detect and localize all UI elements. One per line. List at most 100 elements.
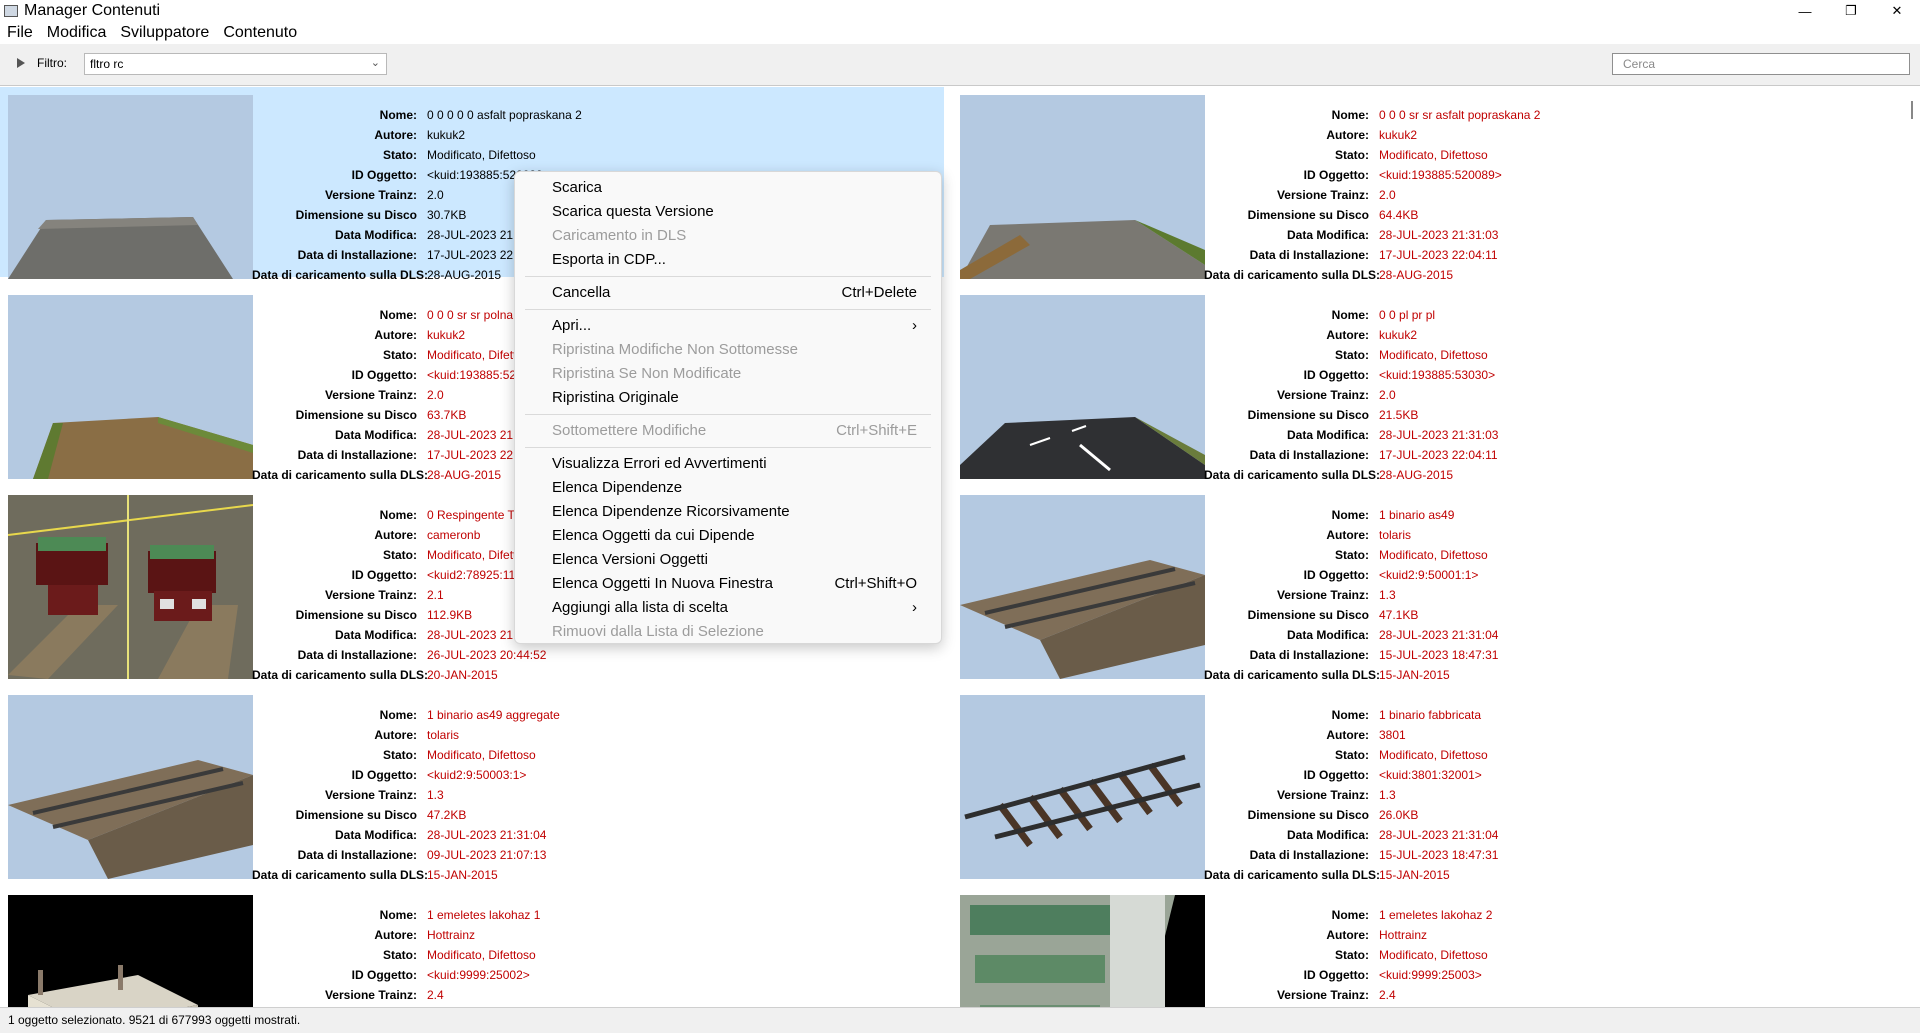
context-menu-item[interactable]: Ripristina Originale	[552, 386, 917, 410]
field-value: 1.3	[427, 788, 444, 802]
field-label: Data di caricamento sulla DLS:	[252, 668, 429, 682]
context-menu-item[interactable]: Elenca Dipendenze	[552, 476, 917, 500]
content-item[interactable]: Nome: 1 binario fabbricata Autore: 3801 Stat…	[952, 687, 1896, 882]
field-label: Data di Installazione:	[1249, 248, 1369, 262]
context-menu-item[interactable]: Aggiungi alla lista di scelta ›	[552, 596, 917, 620]
field-value: 20-JAN-2015	[427, 668, 498, 682]
content-item[interactable]: Nome: 1 binario as49 Autore: tolaris Stato: M…	[952, 487, 1896, 682]
minimize-button[interactable]: —	[1782, 0, 1828, 22]
content-item[interactable]: Nome: 1 emeletes lakohaz 1 Autore: Hottrain…	[0, 887, 944, 1007]
context-menu-item[interactable]: Apri... ›	[552, 314, 917, 338]
field-row-installazione: Data di Installazione: 09-JUL-2023 21:07:…	[252, 845, 560, 865]
field-value: 64.4KB	[1379, 208, 1419, 222]
content-item[interactable]: Nome: 1 emeletes lakohaz 2 Autore: Hottrain…	[952, 887, 1896, 1007]
field-value: 30.7KB	[427, 208, 467, 222]
vertical-scrollbar[interactable]	[1908, 87, 1920, 1007]
field-row-id: ID Oggetto: <kuid:193885:520089>	[252, 365, 550, 385]
field-label: Data Modifica:	[1286, 428, 1369, 442]
field-row-installazione: Data di Installazione: 15-JUL-2023 18:47:…	[1204, 845, 1499, 865]
field-value: 2.0	[427, 388, 444, 402]
context-menu-item[interactable]: Cancella Ctrl+Delete	[552, 281, 917, 305]
field-label: Stato:	[1335, 548, 1369, 562]
maximize-button[interactable]: ❐	[1828, 0, 1874, 22]
field-label: ID Oggetto:	[351, 168, 417, 182]
content-item[interactable]: Nome: 0 0 pl pr pl Autore: kukuk2 Stato: Modi…	[952, 287, 1896, 482]
context-menu-label: Rimuovi dalla Lista di Selezione	[552, 623, 764, 640]
field-value: 28-AUG-2015	[427, 468, 502, 482]
field-value: 28-JUL-2023 21:31:03	[1379, 428, 1499, 442]
context-menu-item[interactable]: Elenca Dipendenze Ricorsivamente	[552, 500, 917, 524]
field-row-dimensione: Dimensione su Disco 112.9KB	[252, 605, 552, 625]
thumbnail-image	[8, 95, 253, 279]
window-title: Manager Contenuti	[24, 2, 161, 19]
field-label: Versione Trainz:	[324, 388, 417, 402]
field-label: ID Oggetto:	[351, 968, 417, 982]
field-label: Dimensione su Disco	[1247, 608, 1369, 622]
field-row-stato: Stato: Modificato, Difettoso	[252, 945, 540, 965]
field-row-versione: Versione Trainz: 2.0	[1204, 385, 1498, 405]
field-value: 1 binario as49 aggregate	[427, 708, 560, 722]
expand-filter-icon[interactable]	[17, 58, 25, 68]
context-menu-item[interactable]: Visualizza Errori ed Avvertimenti	[552, 452, 917, 476]
field-value: <kuid:9999:25002>	[427, 968, 530, 982]
content-item[interactable]: Nome: 0 0 0 sr sr asfalt popraskana 2 Auto…	[952, 87, 1896, 282]
search-input[interactable]: Cerca	[1612, 53, 1910, 75]
thumbnail-image	[8, 495, 253, 679]
context-menu-item: Ripristina Se Non Modificate	[552, 362, 917, 386]
content-list[interactable]: Nome: 0 0 0 0 0 asfalt popraskana 2 Autore…	[0, 87, 1908, 1007]
thumbnail-image	[8, 295, 253, 479]
context-menu-item[interactable]: Scarica questa Versione	[552, 200, 917, 224]
field-label: Data Modifica:	[334, 228, 417, 242]
field-label: Stato:	[1335, 748, 1369, 762]
content-item[interactable]: Nome: 1 binario as49 aggregate Autore: tola…	[0, 687, 944, 882]
close-button[interactable]: ✕	[1874, 0, 1920, 22]
context-menu-item: Ripristina Modifiche Non Sottomesse	[552, 338, 917, 362]
field-value: 09-JUL-2023 21:07:13	[427, 848, 547, 862]
field-row-stato: Stato: Modificato, Difettoso	[1204, 345, 1498, 365]
menu-separator	[525, 309, 931, 310]
field-value: 1 binario as49	[1379, 508, 1455, 522]
context-menu: Scarica Scarica questa Versione Caricament…	[514, 171, 942, 644]
field-label: Data di caricamento sulla DLS:	[1204, 468, 1381, 482]
field-row-versione: Versione Trainz: 1.3	[1204, 785, 1498, 805]
context-menu-item[interactable]: Scarica	[552, 176, 917, 200]
menu-separator	[525, 447, 931, 448]
context-menu-item[interactable]: Elenca Versioni Oggetti	[552, 548, 917, 572]
field-row-dimensione: Dimensione su Disco 47.2KB	[252, 805, 560, 825]
menu-modifica[interactable]: Modifica	[39, 24, 113, 42]
field-row-versione: Versione Trainz: 1.3	[1204, 585, 1498, 605]
chevron-down-icon: ⌄	[370, 57, 380, 69]
field-row-dimensione: Dimensione su Disco 64.4KB	[1204, 205, 1540, 225]
field-row-dimensione: Dimensione su Disco 26.0KB	[1204, 805, 1498, 825]
field-label: Stato:	[383, 348, 417, 362]
menu-sviluppatore[interactable]: Sviluppatore	[112, 24, 215, 42]
field-value: 2.4	[1379, 988, 1396, 1002]
field-label: Data di caricamento sulla DLS:	[252, 868, 429, 882]
field-label: Nome:	[1331, 108, 1369, 122]
context-menu-label: Sottomettere Modifiche	[552, 422, 707, 439]
field-label: Dimensione su Disco	[295, 608, 417, 622]
field-value: Modificato, Difettoso	[427, 748, 536, 762]
context-menu-item[interactable]: Esporta in CDP...	[552, 248, 917, 272]
field-value: 0 0 pl pr pl	[1379, 308, 1436, 322]
field-row-modifica: Data Modifica: 28-JUL-2023 21:31:03	[1204, 225, 1540, 245]
field-label: Data Modifica:	[1286, 828, 1369, 842]
field-row-versione: Versione Trainz: 2.4	[1204, 985, 1492, 1005]
field-row-modifica: Data Modifica: 28-JUL-2023 21:31:03	[252, 425, 550, 445]
context-menu-shortcut: ›	[912, 599, 917, 616]
field-row-dls: Data di caricamento sulla DLS: 28-AUG-201…	[1204, 265, 1540, 285]
field-label: Dimensione su Disco	[1247, 208, 1369, 222]
filter-select[interactable]: fltro rc ⌄	[84, 53, 387, 75]
field-label: ID Oggetto:	[351, 368, 417, 382]
field-row-autore: Autore: tolaris	[1204, 525, 1498, 545]
field-label: Data Modifica:	[1286, 628, 1369, 642]
context-menu-item[interactable]: Elenca Oggetti In Nuova Finestra Ctrl+Shi…	[552, 572, 917, 596]
field-value: <kuid:193885:53030>	[1379, 368, 1496, 382]
field-label: Stato:	[383, 148, 417, 162]
context-menu-item[interactable]: Elenca Oggetti da cui Dipende	[552, 524, 917, 548]
field-label: ID Oggetto:	[1303, 968, 1369, 982]
menu-contenuto[interactable]: Contenuto	[215, 24, 303, 42]
field-label: Versione Trainz:	[1276, 988, 1369, 1002]
menu-file[interactable]: File	[0, 24, 39, 42]
scrollbar-thumb[interactable]	[1911, 101, 1913, 119]
